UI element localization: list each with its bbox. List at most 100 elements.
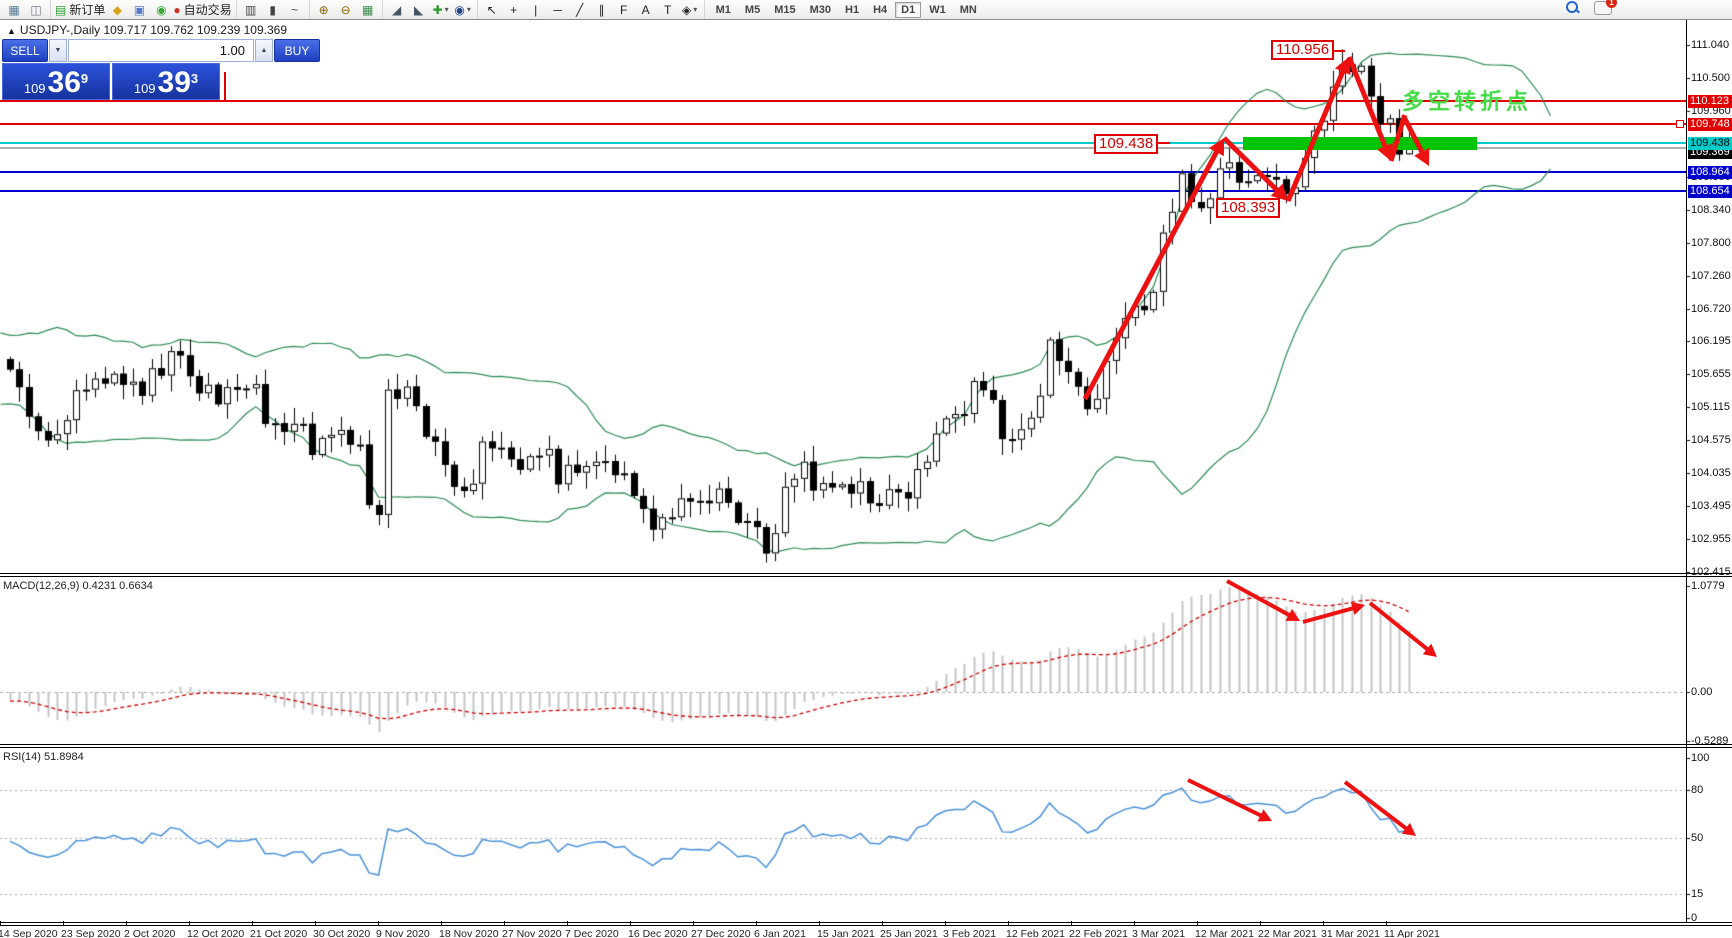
trend-arrow[interactable] [1346, 56, 1389, 149]
trendline-button[interactable]: ╱ [570, 1, 590, 18]
fibonacci-button[interactable]: F [614, 1, 634, 18]
candlestick-mode-button[interactable]: ▮ [263, 1, 283, 18]
candlestick-mode-icon: ▮ [269, 2, 276, 17]
timeframe-button-h4[interactable]: H4 [867, 2, 893, 18]
pane-separator-line[interactable] [0, 573, 1732, 574]
symbol-ohlc-text: USDJPY-,Daily 109.717 109.762 109.239 10… [19, 23, 288, 37]
sell-price-handle: 109 [23, 81, 46, 96]
arrows-tool-button[interactable]: ◈ ▾ [680, 1, 700, 18]
toolbar-group: ▥ ▮ ~ [235, 0, 309, 19]
buy-price-panel[interactable]: 109 39 3 [112, 63, 220, 100]
new-chart-button[interactable]: ▦ [4, 1, 24, 18]
autotrading-icon: ● [173, 2, 181, 17]
dropdown-caret-icon[interactable]: ▾ [445, 5, 449, 14]
metaeditor-button[interactable]: ◆ [107, 1, 127, 18]
buy-price-handle: 109 [133, 81, 156, 96]
autotrading-button[interactable]: ● 自动交易 [173, 1, 231, 18]
sell-price-big: 36 [47, 66, 81, 99]
macd-arrow[interactable] [1302, 605, 1356, 624]
horizontal-line-button[interactable]: ─ [548, 1, 568, 18]
swing-high-label[interactable]: 110.956 [1271, 40, 1335, 60]
pane-separator-line[interactable] [0, 744, 1732, 745]
timeframe-button-m30[interactable]: M30 [804, 2, 837, 18]
toolbar: ▦ ◫ ▤ 新订单 ◆ ▣ ◉ ● 自动交易 ▥ ▮ ~ ⊕ ⊖ ▦ ◢ ◣ ✚ ▾ ◉ ▾ ↖ + | ─ ╱ ∥ F A T ◈ ▾ M1… [0, 0, 1732, 20]
timeframe-button-h1[interactable]: H1 [839, 2, 865, 18]
pane-separator-line[interactable] [0, 925, 1732, 926]
macd-arrow-head [1350, 601, 1365, 615]
trend-arrow[interactable] [1222, 136, 1280, 193]
timeframe-button-d1[interactable]: D1 [895, 1, 922, 18]
buy-button[interactable]: BUY [274, 39, 320, 62]
text-label-icon: T [663, 2, 672, 17]
signals-button[interactable]: ◉ [151, 1, 171, 18]
swing-low-label[interactable]: 108.393 [1216, 198, 1281, 218]
toolbar-group: ⊕ ⊖ ▦ [308, 0, 382, 19]
macd-indicator-label: MACD(12,26,9) 0.4231 0.6634 [3, 580, 153, 592]
volume-decrease-button[interactable]: ▼ [49, 39, 67, 62]
timeframe-button-m1[interactable]: M1 [710, 2, 737, 18]
chat-icon[interactable]: 1 [1594, 0, 1617, 15]
indicator-window-button[interactable]: ◢ [387, 1, 407, 18]
text-label-button[interactable]: T [658, 1, 678, 18]
tile-windows-icon: ▦ [361, 2, 374, 17]
pane-separator-line[interactable] [0, 747, 1732, 748]
period-clock-button[interactable]: ◉ ▾ [453, 1, 473, 18]
pivot-price-label[interactable]: 109.438 [1094, 134, 1159, 154]
profiles-button[interactable]: ◫ [26, 1, 46, 18]
zoom-out-button[interactable]: ⊖ [336, 1, 356, 18]
trend-arrow[interactable] [1401, 115, 1425, 155]
trend-arrow[interactable] [1388, 114, 1407, 162]
trend-arrow[interactable] [1082, 149, 1220, 401]
zoom-in-button[interactable]: ⊕ [314, 1, 334, 18]
search-icon[interactable] [1566, 1, 1580, 15]
macd-arrow[interactable] [1368, 601, 1430, 652]
timeframe-button-m5[interactable]: M5 [739, 2, 766, 18]
price-tag-label: 109.438 [1688, 136, 1732, 150]
vertical-line-icon: | [534, 2, 538, 17]
channel-button[interactable]: ∥ [592, 1, 612, 18]
line-chart-mode-button[interactable]: ~ [285, 1, 305, 18]
bull-bear-pivot-note[interactable]: 多空转折点 [1402, 84, 1532, 116]
rsi-arrow[interactable] [1187, 778, 1264, 819]
new-order-label: 新订单 [69, 3, 106, 17]
price-tag-label: 108.654 [1688, 184, 1732, 198]
label-connector-line [1158, 142, 1170, 144]
indicator-window-icon: ◢ [392, 2, 402, 17]
timeframe-button-w1[interactable]: W1 [923, 2, 952, 18]
volume-input[interactable] [68, 39, 254, 62]
new-order-button[interactable]: ▤ 新订单 [55, 1, 105, 18]
upload-button[interactable]: ▣ [129, 1, 149, 18]
dropdown-caret-icon[interactable]: ▾ [467, 5, 471, 14]
collapse-triangle-icon[interactable]: ▲ [7, 26, 16, 36]
text-button[interactable]: A [636, 1, 656, 18]
timeframe-button-m15[interactable]: M15 [768, 2, 801, 18]
timeframe-button-mn[interactable]: MN [954, 2, 983, 18]
toolbar-group: ◢ ◣ ✚ ▾ ◉ ▾ [381, 0, 477, 19]
price-tag-label: 108.964 [1688, 165, 1732, 179]
crosshair-button[interactable]: + [504, 1, 524, 18]
sell-price-panel[interactable]: 109 36 9 [2, 63, 110, 100]
add-indicator-button[interactable]: ✚ ▾ [431, 1, 451, 18]
one-click-trading-panel: SELL ▼ ▲ BUY 109369 109393 [2, 39, 320, 100]
volume-increase-button[interactable]: ▲ [255, 39, 273, 62]
dropdown-caret-icon[interactable]: ▾ [693, 5, 697, 14]
pane-separator-line[interactable] [0, 922, 1732, 923]
tile-windows-button[interactable]: ▦ [358, 1, 378, 18]
cursor-button[interactable]: ↖ [482, 1, 502, 18]
indicator-star-button[interactable]: ◣ [409, 1, 429, 18]
upload-icon: ▣ [133, 2, 146, 17]
hline-drag-handle[interactable] [1676, 120, 1684, 128]
toolbar-group: ▤ 新订单 ◆ ▣ ◉ ● 自动交易 [50, 0, 236, 19]
channel-icon: ∥ [598, 2, 605, 17]
pane-separator-line[interactable] [0, 576, 1732, 577]
vertical-line-button[interactable]: | [526, 1, 546, 18]
bar-chart-mode-button[interactable]: ▥ [241, 1, 261, 18]
rsi-arrow[interactable] [1343, 780, 1409, 832]
trend-arrow[interactable] [1285, 68, 1346, 202]
new-chart-icon: ▦ [8, 2, 20, 17]
buy-price-pip: 3 [190, 71, 199, 86]
macd-arrow[interactable] [1226, 579, 1292, 618]
autotrading-label: 自动交易 [183, 3, 232, 17]
symbol-ohlc-line: ▲ USDJPY-,Daily 109.717 109.762 109.239 1… [7, 23, 287, 37]
sell-button[interactable]: SELL [2, 39, 48, 62]
